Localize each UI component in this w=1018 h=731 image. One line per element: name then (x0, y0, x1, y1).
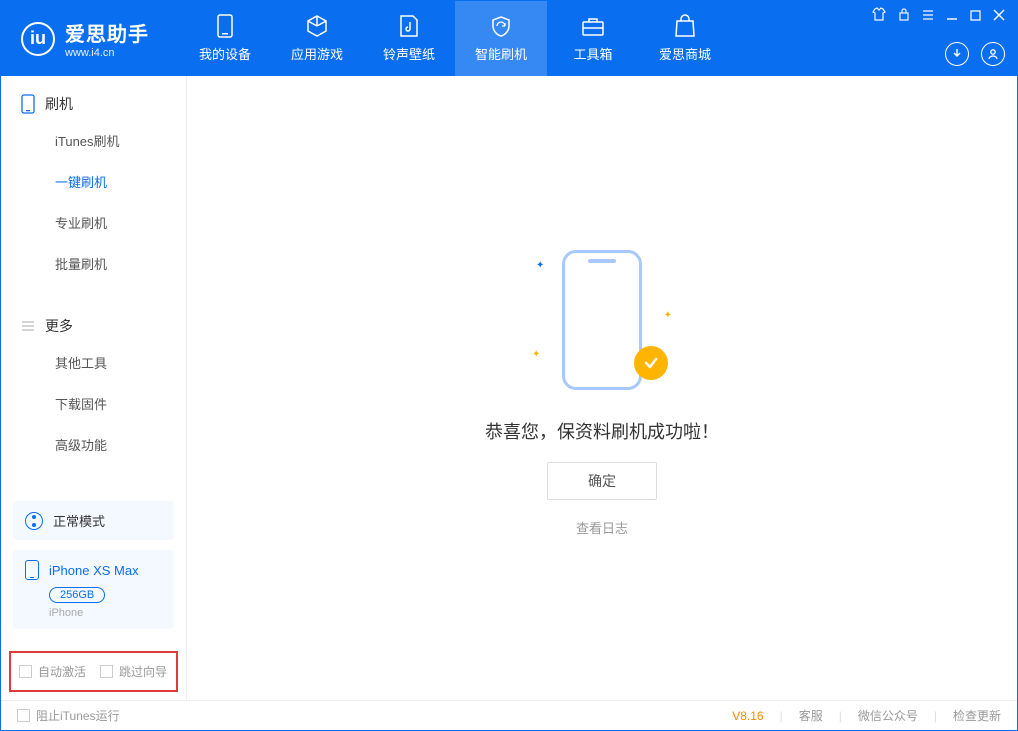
download-button[interactable] (945, 42, 969, 66)
cube-icon (305, 14, 329, 38)
checkbox-icon (19, 665, 32, 678)
minimize-icon[interactable] (946, 8, 958, 26)
app-logo-icon: iu (21, 22, 55, 56)
nav-tabs: 我的设备 应用游戏 铃声壁纸 智能刷机 工具箱 (179, 1, 731, 76)
checkbox-icon (100, 665, 113, 678)
mode-icon (25, 512, 43, 530)
nav-tab-label: 应用游戏 (291, 44, 343, 63)
sidebar-item-batch-flash[interactable]: 批量刷机 (1, 243, 186, 284)
sidebar: 刷机 iTunes刷机 一键刷机 专业刷机 批量刷机 更多 其他工具 下载固件 … (1, 76, 187, 700)
nav-tab-store[interactable]: 爱思商城 (639, 1, 731, 76)
sparkle-icon: ✦ (664, 310, 672, 321)
flash-options-box: 自动激活 跳过向导 (9, 651, 178, 692)
block-itunes-checkbox[interactable]: 阻止iTunes运行 (17, 707, 120, 724)
nav-tab-label: 智能刷机 (475, 44, 527, 63)
nav-tab-label: 铃声壁纸 (383, 44, 435, 63)
device-mode-label: 正常模式 (53, 511, 105, 530)
version-label: V8.16 (732, 709, 763, 723)
user-button[interactable] (981, 42, 1005, 66)
shopping-bag-icon (674, 14, 696, 38)
sidebar-section-flash: 刷机 (1, 94, 186, 114)
sidebar-item-other-tools[interactable]: 其他工具 (1, 342, 186, 383)
menu-icon[interactable] (922, 8, 934, 26)
device-phone-icon (25, 560, 39, 580)
skip-guide-checkbox[interactable]: 跳过向导 (100, 663, 167, 680)
sidebar-section-more: 更多 (1, 316, 186, 336)
device-capacity: 256GB (49, 587, 105, 603)
nav-tab-toolbox[interactable]: 工具箱 (547, 1, 639, 76)
sidebar-item-advanced[interactable]: 高级功能 (1, 424, 186, 465)
sidebar-item-one-click-flash[interactable]: 一键刷机 (1, 161, 186, 202)
auto-activate-checkbox[interactable]: 自动激活 (19, 663, 86, 680)
close-icon[interactable] (993, 8, 1005, 26)
window-controls (872, 7, 1005, 26)
checkbox-icon (17, 709, 30, 722)
device-type: iPhone (49, 607, 162, 619)
maximize-icon[interactable] (970, 8, 981, 26)
device-mode-box[interactable]: 正常模式 (13, 501, 174, 540)
shirt-icon[interactable] (872, 7, 886, 26)
refresh-shield-icon (489, 14, 513, 38)
phone-icon (217, 14, 233, 38)
sparkle-icon: ✦ (536, 260, 544, 271)
success-illustration: ✦ ✦ ✦ (532, 240, 672, 400)
nav-tab-my-device[interactable]: 我的设备 (179, 1, 271, 76)
phone-outline-icon (21, 94, 35, 114)
sidebar-item-itunes-flash[interactable]: iTunes刷机 (1, 120, 186, 161)
phone-illustration-icon (562, 250, 642, 390)
ok-button[interactable]: 确定 (547, 462, 657, 500)
device-info-box[interactable]: iPhone XS Max 256GB iPhone (13, 550, 174, 629)
nav-tab-label: 爱思商城 (659, 44, 711, 63)
app-header: iu 爱思助手 www.i4.cn 我的设备 应用游戏 铃声壁纸 (1, 1, 1017, 76)
logo-section: iu 爱思助手 www.i4.cn (1, 18, 169, 59)
music-file-icon (399, 14, 419, 38)
lock-icon[interactable] (898, 7, 910, 26)
status-bar: 阻止iTunes运行 V8.16 | 客服 | 微信公众号 | 检查更新 (1, 700, 1017, 730)
nav-tab-apps[interactable]: 应用游戏 (271, 1, 363, 76)
device-name: iPhone XS Max (49, 563, 139, 578)
footer-link-support[interactable]: 客服 (799, 707, 823, 724)
app-subtitle: www.i4.cn (65, 47, 149, 59)
sidebar-item-pro-flash[interactable]: 专业刷机 (1, 202, 186, 243)
list-icon (21, 319, 35, 333)
success-message: 恭喜您，保资料刷机成功啦！ (485, 418, 719, 444)
toolbox-icon (581, 14, 605, 38)
footer-link-update[interactable]: 检查更新 (953, 707, 1001, 724)
nav-tab-label: 工具箱 (573, 44, 612, 63)
nav-tab-ringtones[interactable]: 铃声壁纸 (363, 1, 455, 76)
sidebar-item-download-firmware[interactable]: 下载固件 (1, 383, 186, 424)
nav-tab-label: 我的设备 (199, 44, 251, 63)
app-title: 爱思助手 (65, 18, 149, 47)
check-badge-icon (634, 346, 668, 380)
footer-link-wechat[interactable]: 微信公众号 (858, 707, 918, 724)
view-log-link[interactable]: 查看日志 (576, 518, 628, 537)
sparkle-icon: ✦ (532, 349, 540, 360)
main-content: ✦ ✦ ✦ 恭喜您，保资料刷机成功啦！ 确定 查看日志 (187, 76, 1017, 700)
nav-tab-flash[interactable]: 智能刷机 (455, 1, 547, 76)
